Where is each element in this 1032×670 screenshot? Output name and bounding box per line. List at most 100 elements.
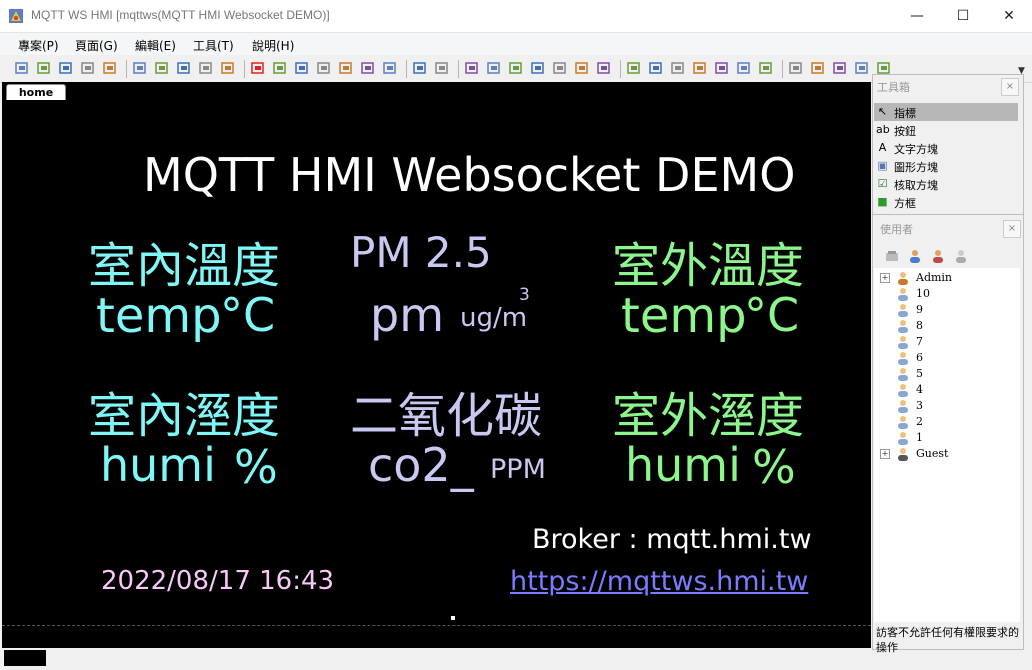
user-tree-label: 3 [916,399,923,412]
users-delete-icon[interactable] [884,248,900,264]
menu-project[interactable]: 專案(P) [18,37,59,54]
toolbox-item-label: 文字方塊 [894,143,938,156]
space-h-icon[interactable] [596,60,612,76]
user-tree-label: Admin [916,271,953,284]
bring-front-icon[interactable] [412,60,428,76]
align-center-icon[interactable] [486,60,502,76]
user-icon [898,416,908,429]
checkbox-icon: ☑ [877,177,888,190]
lock-icon[interactable] [810,60,826,76]
user-icon [898,368,908,381]
properties-icon[interactable] [876,60,892,76]
settings-icon[interactable] [102,60,118,76]
guest-permission-note: 訪客不允許任何有權限要求的操作 [876,626,1019,654]
menu-tools[interactable]: 工具(T) [193,37,234,54]
rectangle-icon: ■ [877,195,888,208]
hmi-title: MQTT HMI Websocket DEMO [143,148,796,202]
align-right-icon[interactable] [508,60,524,76]
paste-icon[interactable] [316,60,332,76]
outdoor-temp-value: temp [621,288,747,344]
toolbox-item[interactable]: A 文字方塊 [874,139,1018,157]
user-tree-label: 6 [916,351,923,364]
website-link[interactable]: https://mqttws.hmi.tw [510,566,808,597]
toolbox-item-label: 按鈕 [894,125,916,138]
user-icon [898,320,908,333]
center-v-icon[interactable] [736,60,752,76]
pm25-unit-superscript: 3 [519,285,530,305]
copy-icon[interactable] [294,60,310,76]
expand-icon[interactable]: + [880,449,890,459]
menu-page[interactable]: 頁面(G) [75,37,118,54]
user-settings-icon[interactable] [953,248,969,264]
menu-help[interactable]: 說明(H) [252,37,294,54]
tab-home[interactable]: home [6,84,66,100]
close-button[interactable]: ✕ [986,0,1032,32]
save-icon[interactable] [58,60,74,76]
center-h-icon[interactable] [574,60,590,76]
new-project-icon[interactable] [14,60,30,76]
expand-icon[interactable]: + [880,273,890,283]
clipboard-icon[interactable] [338,60,354,76]
toolbox-item[interactable]: ab 按鈕 [874,121,1018,139]
open-icon[interactable] [36,60,52,76]
co2-label: 二氧化碳 [350,388,543,444]
redo-icon[interactable] [382,60,398,76]
layers-icon[interactable] [788,60,804,76]
menu-edit[interactable]: 編輯(E) [135,37,176,54]
toolbox-item[interactable]: ↖ 指標 [874,103,1018,121]
distribute-v-icon[interactable] [692,60,708,76]
indoor-humi-label: 室內溼度 [88,388,281,444]
resize-handle[interactable] [451,616,455,620]
outdoor-temp-unit: °C [744,288,800,342]
user-icon [898,336,908,349]
user-icon [898,304,908,317]
delete-page-icon[interactable] [176,60,192,76]
distribute-h-icon[interactable] [530,60,546,76]
edit-page-icon[interactable] [198,60,214,76]
page-boundary-line [2,625,871,626]
user-tree-label: 1 [916,431,923,444]
align-top-icon[interactable] [626,60,642,76]
user-icon [898,400,908,413]
same-height-icon[interactable] [714,60,730,76]
toolbox-close-button[interactable]: × [1001,78,1019,96]
same-width-icon[interactable] [552,60,568,76]
toolbox-item[interactable]: ☑ 核取方塊 [874,175,1018,193]
align-left-icon[interactable] [464,60,480,76]
cut-icon[interactable] [272,60,288,76]
user-icon [898,288,908,301]
edit-user-icon[interactable] [930,248,946,264]
broker-label: Broker : mqtt.hmi.tw [532,524,812,555]
toolbox-item-label: 核取方塊 [894,179,938,192]
toolbox-item-label: 圖形方塊 [894,161,938,174]
user-tree-label: 7 [916,335,923,348]
toolbox-item[interactable]: ■ 方框 [874,193,1018,211]
maximize-button[interactable]: ☐ [940,0,986,32]
guest-icon [898,448,908,461]
send-back-icon[interactable] [434,60,450,76]
users-close-button[interactable]: × [1003,220,1021,238]
space-v-icon[interactable] [758,60,774,76]
toolbar-separator [782,60,783,78]
minimize-button[interactable]: — [894,0,940,32]
toolbar-overflow-arrow[interactable]: ▼ [1018,66,1030,80]
font-icon[interactable] [832,60,848,76]
toolbox-item[interactable]: ▣ 圖形方塊 [874,157,1018,175]
user-tree-label: 9 [916,303,923,316]
align-middle-icon[interactable] [648,60,664,76]
outdoor-temp-label: 室外溫度 [612,238,805,294]
add-page-icon[interactable] [154,60,170,76]
color-icon[interactable] [854,60,870,76]
undo-icon[interactable] [360,60,376,76]
user-tree-label: 8 [916,319,923,332]
delete-icon[interactable] [250,60,266,76]
toolbox-title: 工具箱 [877,81,910,94]
align-bottom-icon[interactable] [670,60,686,76]
search-icon[interactable] [80,60,96,76]
add-user-icon[interactable] [907,248,923,264]
toolbox-item-label: 指標 [894,107,916,120]
toolbar-separator [458,60,459,78]
view-icon[interactable] [132,60,148,76]
copy-page-icon[interactable] [220,60,236,76]
user-group-icon [898,272,908,285]
